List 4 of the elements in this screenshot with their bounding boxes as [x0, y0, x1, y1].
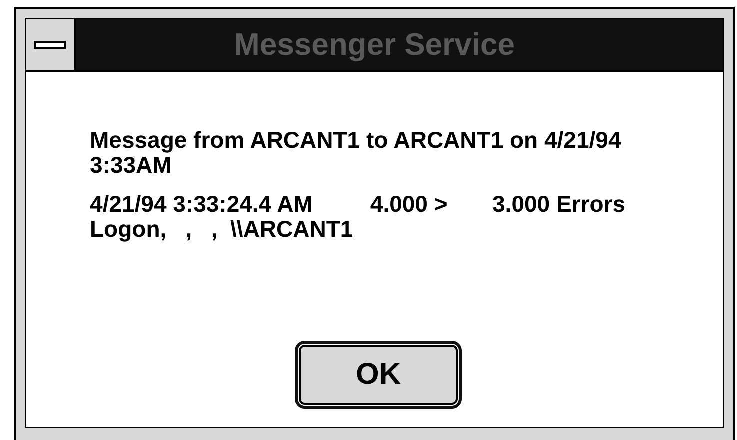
system-menu-button[interactable]: [26, 19, 76, 70]
message-text: Message from ARCANT1 to ARCANT1 on 4/21/94 3:33AM: [90, 128, 622, 178]
message-text: 4/21/94 3:33:24.4 AM 4.000 > 3.000 Errors Logon, , , \\ARCANT1: [90, 192, 626, 242]
window-title: Messenger Service: [233, 26, 516, 64]
